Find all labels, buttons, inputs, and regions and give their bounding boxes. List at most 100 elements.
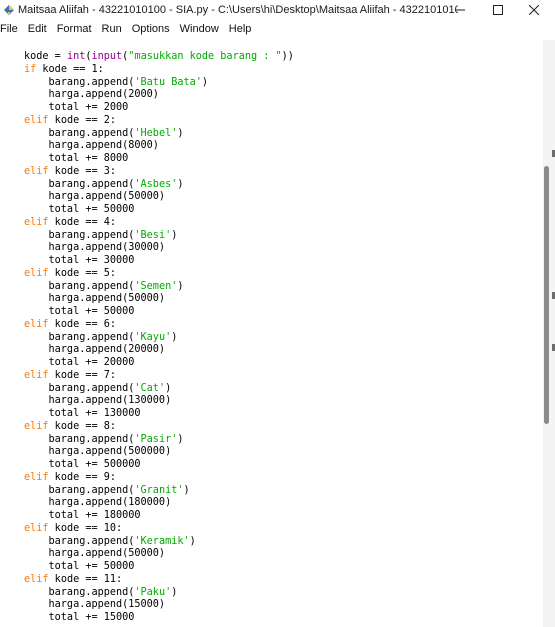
code-editor[interactable]: kode = int(input("masukkan kode barang :… (0, 40, 543, 627)
code-line[interactable]: total += 500000 (24, 459, 294, 472)
code-line[interactable]: barang.append('Granit') (24, 485, 294, 498)
code-line[interactable]: barang.append('Pasir') (24, 434, 294, 447)
code-line[interactable]: harga.append(50000) (24, 191, 294, 204)
code-token: kode == 9: (48, 471, 117, 483)
menu-run[interactable]: Run (97, 20, 127, 39)
menu-edit[interactable]: Edit (23, 20, 52, 39)
string-token: 'Kayu' (134, 331, 172, 343)
menu-format[interactable]: Format (52, 20, 97, 39)
code-line[interactable]: elif kode == 4: (24, 217, 294, 230)
code-line[interactable]: if kode == 1: (24, 64, 294, 77)
minimize-icon (455, 9, 465, 11)
code-line[interactable]: total += 50000 (24, 204, 294, 217)
string-token: 'Asbes' (134, 178, 178, 190)
code-line[interactable]: elif kode == 8: (24, 421, 294, 434)
code-line[interactable]: harga.append(50000) (24, 548, 294, 561)
scrollbar-thumb[interactable] (544, 166, 549, 424)
code-line[interactable]: total += 8000 (24, 153, 294, 166)
menu-file[interactable]: File (0, 20, 23, 39)
code-line[interactable]: total += 2000 (24, 102, 294, 115)
code-line[interactable]: total += 20000 (24, 357, 294, 370)
code-line[interactable]: harga.append(20000) (24, 344, 294, 357)
code-token: ) (177, 433, 184, 445)
code-line[interactable]: elif kode == 7: (24, 370, 294, 383)
code-line[interactable]: barang.append('Kayu') (24, 332, 294, 345)
code-line[interactable]: barang.append('Besi') (24, 230, 294, 243)
code-token: kode == 6: (48, 318, 117, 330)
code-token: kode == 7: (48, 369, 117, 381)
maximize-button[interactable] (478, 0, 518, 20)
code-token: )) (281, 51, 294, 62)
keyword-token: elif (24, 471, 49, 483)
menu-help[interactable]: Help (224, 20, 257, 39)
title-bar[interactable]: Maitsaa Aliifah - 43221010100 - SIA.py -… (0, 0, 555, 20)
code-line[interactable]: harga.append(180000) (24, 497, 294, 510)
code-token: harga.append(500000) (24, 446, 172, 458)
minimize-button[interactable] (440, 0, 480, 20)
code-token: harga.append(50000) (24, 191, 166, 203)
code-token: barang.append( (24, 382, 135, 394)
code-line[interactable]: elif kode == 6: (24, 319, 294, 332)
close-button[interactable] (514, 0, 554, 20)
code-token: barang.append( (24, 433, 135, 445)
code-token: ) (201, 76, 209, 88)
code-line[interactable]: total += 130000 (24, 408, 294, 421)
code-token: total += 130000 (24, 408, 141, 419)
string-token: 'Cat' (134, 382, 166, 394)
code-line[interactable]: total += 50000 (24, 561, 294, 574)
code-token: barang.append( (24, 484, 135, 496)
code-line[interactable]: elif kode == 9: (24, 472, 294, 485)
keyword-token: elif (24, 165, 49, 177)
code-text[interactable]: kode = int(input("masukkan kode barang :… (24, 51, 294, 625)
code-line[interactable]: barang.append('Keramik') (24, 536, 294, 549)
code-token: harga.append(50000) (24, 548, 166, 560)
code-token: total += 50000 (24, 306, 135, 317)
code-line[interactable]: barang.append('Asbes') (24, 179, 294, 192)
code-line[interactable]: harga.append(500000) (24, 446, 294, 459)
code-line[interactable]: barang.append('Cat') (24, 383, 294, 396)
close-icon (529, 5, 539, 15)
code-line[interactable]: barang.append('Hebel') (24, 128, 294, 141)
menu-options[interactable]: Options (127, 20, 175, 39)
code-token: kode == 1: (36, 63, 104, 75)
code-token: harga.append(20000) (24, 344, 166, 356)
code-line[interactable]: total += 30000 (24, 255, 294, 268)
code-token: ) (177, 127, 184, 139)
code-line[interactable]: barang.append('Batu Bata') (24, 77, 294, 90)
window-title: Maitsaa Aliifah - 43221010100 - SIA.py -… (18, 4, 458, 16)
code-line[interactable]: total += 15000 (24, 612, 294, 625)
code-token: kode == 2: (48, 114, 117, 126)
code-line[interactable]: elif kode == 3: (24, 166, 294, 179)
code-token: harga.append(180000) (24, 497, 172, 509)
code-line[interactable]: kode = int(input("masukkan kode barang :… (24, 51, 294, 64)
string-token: 'Semen' (134, 280, 178, 292)
code-token: barang.append( (24, 280, 135, 292)
code-line[interactable]: harga.append(50000) (24, 293, 294, 306)
code-line[interactable]: harga.append(30000) (24, 242, 294, 255)
code-token: kode == 4: (48, 216, 117, 228)
code-line[interactable]: elif kode == 2: (24, 115, 294, 128)
code-token: total += 8000 (24, 153, 129, 164)
menu-bar: File Edit Format Run Options Window Help (0, 20, 555, 39)
code-token: harga.append(8000) (24, 140, 159, 152)
code-line[interactable]: total += 50000 (24, 306, 294, 319)
menu-window[interactable]: Window (175, 20, 224, 39)
code-token: total += 180000 (24, 510, 141, 521)
code-line[interactable]: harga.append(8000) (24, 140, 294, 153)
code-line[interactable]: harga.append(15000) (24, 599, 294, 612)
code-token: kode == 8: (48, 420, 117, 432)
code-line[interactable]: harga.append(2000) (24, 89, 294, 102)
code-line[interactable]: barang.append('Semen') (24, 281, 294, 294)
code-token: ) (171, 331, 178, 343)
code-line[interactable]: harga.append(130000) (24, 395, 294, 408)
code-token: total += 15000 (24, 612, 135, 623)
code-line[interactable]: barang.append('Paku') (24, 587, 294, 600)
code-line[interactable]: elif kode == 11: (24, 574, 294, 587)
code-line[interactable]: elif kode == 5: (24, 268, 294, 281)
code-line[interactable]: elif kode == 10: (24, 523, 294, 536)
code-line[interactable]: total += 180000 (24, 510, 294, 523)
code-token: total += 500000 (24, 459, 141, 470)
keyword-token: elif (24, 318, 49, 330)
string-token: 'Keramik' (134, 535, 190, 547)
keyword-token: elif (24, 573, 49, 585)
